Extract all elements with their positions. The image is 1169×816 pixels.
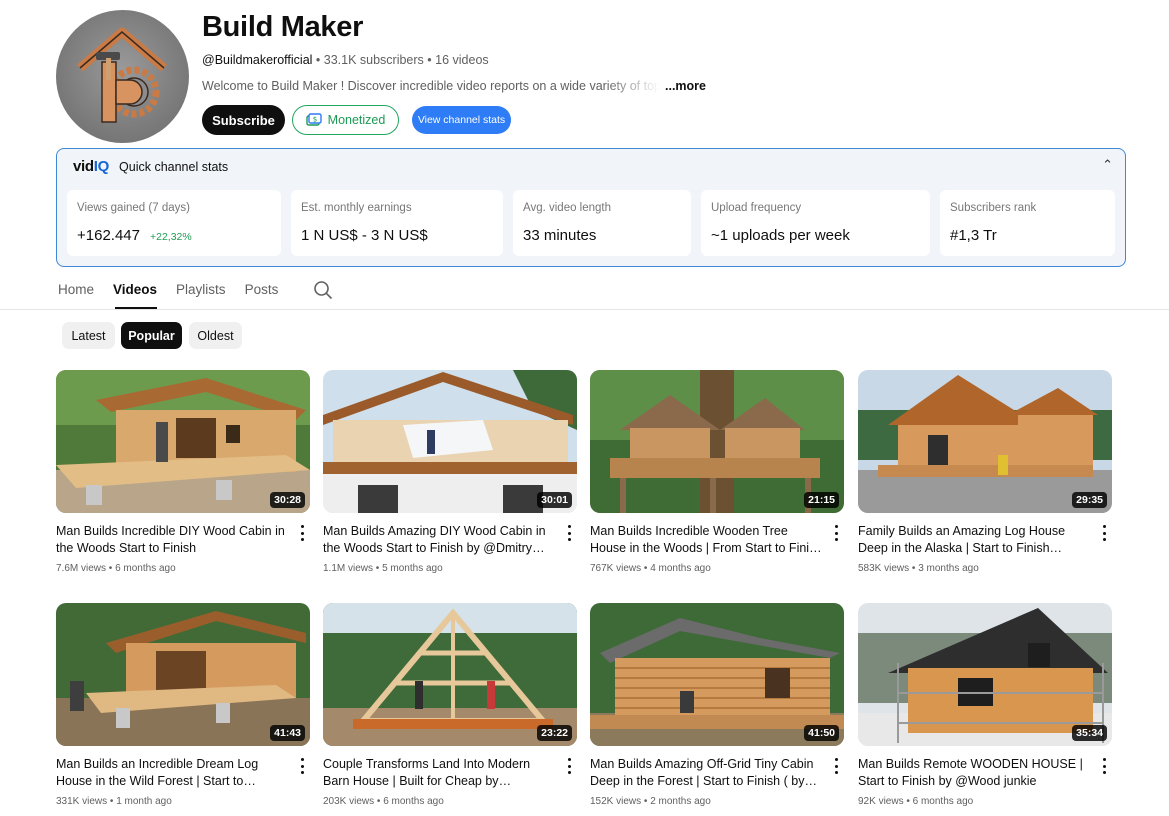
video-title[interactable]: Family Builds an Amazing Log House Deep …	[858, 523, 1094, 557]
stat-label: Subscribers rank	[950, 202, 1037, 214]
chevron-up-icon[interactable]: ⌃	[1102, 157, 1113, 173]
stat-value: +162.447 +22,32%	[77, 227, 192, 244]
video-duration: 23:22	[537, 725, 572, 741]
description-text: Welcome to Build Maker ! Discover incred…	[202, 79, 660, 93]
video-meta: 1.1M views • 5 months ago	[323, 563, 443, 574]
more-link[interactable]: ...more	[665, 79, 706, 93]
more-options-icon[interactable]	[1100, 525, 1108, 541]
search-icon[interactable]	[313, 280, 333, 300]
stat-card-rank: Subscribers rank #1,3 Tr	[940, 190, 1115, 256]
view-channel-stats-button[interactable]: View channel stats	[412, 106, 511, 134]
meta-separator: •	[312, 53, 324, 67]
more-options-icon[interactable]	[298, 525, 306, 541]
vidiq-title: Quick channel stats	[119, 159, 229, 174]
svg-text:$: $	[312, 116, 316, 124]
monetized-button[interactable]: $ Monetized	[292, 105, 399, 135]
monetized-label: Monetized	[327, 113, 386, 127]
chip-popular[interactable]: Popular	[121, 322, 182, 349]
video-meta: 92K views • 6 months ago	[858, 796, 974, 807]
video-thumbnail[interactable]: 41:43	[56, 603, 310, 746]
video-meta: 583K views • 3 months ago	[858, 563, 979, 574]
video-duration: 41:50	[804, 725, 839, 741]
stat-label: Est. monthly earnings	[301, 202, 412, 214]
tab-posts[interactable]: Posts	[245, 282, 279, 299]
stat-value: 33 minutes	[523, 227, 597, 244]
vidiq-panel: vidIQ Quick channel stats ⌃ Views gained…	[56, 148, 1126, 267]
channel-meta: @Buildmakerofficial • 33.1K subscribers …	[202, 53, 489, 67]
stat-label: Avg. video length	[523, 202, 612, 214]
stat-label: Views gained (7 days)	[77, 202, 190, 214]
stat-value: 1 N US$ - 3 N US$	[301, 227, 428, 244]
more-options-icon[interactable]	[832, 525, 840, 541]
video-thumbnail[interactable]: 21:15	[590, 370, 844, 513]
video-duration: 30:28	[270, 492, 305, 508]
stat-value: ~1 uploads per week	[711, 227, 850, 244]
video-thumbnail[interactable]: 23:22	[323, 603, 577, 746]
video-title[interactable]: Couple Transforms Land Into Modern Barn …	[323, 756, 559, 790]
video-duration: 35:34	[1072, 725, 1107, 741]
stat-card-frequency: Upload frequency ~1 uploads per week	[701, 190, 930, 256]
video-duration: 30:01	[537, 492, 572, 508]
tab-home[interactable]: Home	[58, 282, 94, 299]
video-title[interactable]: Man Builds Remote WOODEN HOUSE | Start t…	[858, 756, 1094, 790]
subscriber-count: 33.1K subscribers	[323, 53, 424, 67]
video-title[interactable]: Man Builds Amazing DIY Wood Cabin in the…	[323, 523, 559, 557]
video-thumbnail[interactable]: 30:01	[323, 370, 577, 513]
video-title[interactable]: Man Builds an Incredible Dream Log House…	[56, 756, 292, 790]
video-meta: 203K views • 6 months ago	[323, 796, 444, 807]
stat-card-length: Avg. video length 33 minutes	[513, 190, 691, 256]
stat-card-earnings: Est. monthly earnings 1 N US$ - 3 N US$	[291, 190, 503, 256]
tabs-divider	[0, 309, 1169, 310]
stat-label: Upload frequency	[711, 202, 802, 214]
video-thumbnail[interactable]: 35:34	[858, 603, 1112, 746]
meta-separator: •	[423, 53, 436, 67]
video-meta: 7.6M views • 6 months ago	[56, 563, 176, 574]
video-title[interactable]: Man Builds Incredible Wooden Tree House …	[590, 523, 826, 557]
video-thumbnail[interactable]: 29:35	[858, 370, 1112, 513]
money-icon: $	[305, 113, 322, 126]
house-hammer-gear-logo-icon	[77, 27, 167, 123]
video-meta: 767K views • 4 months ago	[590, 563, 711, 574]
video-meta: 331K views • 1 month ago	[56, 796, 172, 807]
video-thumbnail[interactable]: 41:50	[590, 603, 844, 746]
channel-handle: @Buildmakerofficial	[202, 53, 313, 67]
more-options-icon[interactable]	[298, 758, 306, 774]
channel-name: Build Maker	[202, 11, 364, 43]
video-title[interactable]: Man Builds Amazing Off-Grid Tiny Cabin D…	[590, 756, 826, 790]
channel-tabs: Home Videos Playlists Posts	[58, 282, 297, 299]
stat-delta: +22,32%	[149, 231, 192, 243]
more-options-icon[interactable]	[1100, 758, 1108, 774]
vidiq-logo: vidIQ	[73, 158, 110, 175]
video-duration: 21:15	[804, 492, 839, 508]
more-options-icon[interactable]	[565, 525, 573, 541]
more-options-icon[interactable]	[832, 758, 840, 774]
tab-videos[interactable]: Videos	[113, 282, 157, 299]
channel-avatar[interactable]	[56, 10, 189, 143]
channel-description[interactable]: Welcome to Build Maker ! Discover incred…	[202, 79, 706, 93]
vidiq-header: vidIQ Quick channel stats	[73, 158, 228, 175]
video-duration: 41:43	[270, 725, 305, 741]
chip-latest[interactable]: Latest	[62, 322, 115, 349]
subscribe-button[interactable]: Subscribe	[202, 105, 285, 135]
stat-card-views: Views gained (7 days) +162.447 +22,32%	[67, 190, 281, 256]
more-options-icon[interactable]	[565, 758, 573, 774]
video-thumbnail[interactable]: 30:28	[56, 370, 310, 513]
video-meta: 152K views • 2 months ago	[590, 796, 711, 807]
tab-playlists[interactable]: Playlists	[176, 282, 226, 299]
video-count: 16 videos	[435, 53, 489, 67]
video-title[interactable]: Man Builds Incredible DIY Wood Cabin in …	[56, 523, 292, 557]
chip-oldest[interactable]: Oldest	[189, 322, 242, 349]
video-duration: 29:35	[1072, 492, 1107, 508]
stat-value: #1,3 Tr	[950, 227, 997, 244]
